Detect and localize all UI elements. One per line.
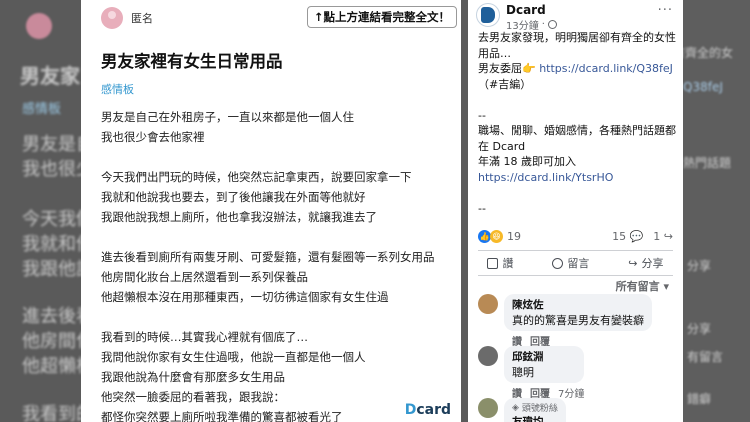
reaction-summary[interactable]: 👍 😆 19 (478, 230, 521, 243)
dcard-logo-rest: card (416, 402, 451, 418)
share-count: 1 (653, 230, 661, 243)
anonymous-avatar-icon (101, 7, 123, 29)
commenter-avatar[interactable] (478, 294, 498, 314)
post-text-line: -- (478, 201, 486, 215)
like-label: 讚 (502, 257, 514, 270)
background-blur-right: 有齊全的女 Q38feJ 熱門話題 分享 分享 有留言 錯癖 (683, 0, 750, 422)
article-line (101, 147, 446, 167)
comment-item: 邱鉉淵 聰明 讚回覆 7分鐘 (478, 346, 585, 400)
comment-icon: 💬 (629, 230, 644, 243)
background-text: 男友家 (20, 64, 80, 88)
top-fan-badge: ◈ 頭號粉絲 (512, 401, 558, 415)
comment-button[interactable]: 留言 (552, 255, 589, 271)
article-line (101, 307, 446, 327)
comment-label: 留言 (567, 257, 590, 270)
comment-sort-dropdown[interactable]: 所有留言 ▾ (616, 278, 669, 294)
like-button[interactable]: 讚 (487, 255, 513, 271)
facebook-post: Dcard 13分鐘 · ··· 去男友家發現，明明獨居卻有齊全的女性用品… 男友… (468, 0, 683, 422)
post-header: Dcard 13分鐘 · (468, 0, 683, 32)
article-line: 今天我們出門玩的時候，他突然忘記拿東西，說要回家拿一下 (101, 170, 412, 184)
share-button[interactable]: ↪ 分享 (628, 255, 663, 271)
post-link[interactable]: https://dcard.link/Q38feJ (539, 62, 673, 75)
forum-tag[interactable]: 感情板 (101, 81, 134, 97)
article-card: 匿名 ↑點上方連結看完整全文！ 男友家裡有女生日常用品 感情板 男友是自己在外租… (81, 0, 461, 422)
share-arrow-icon: ↪ (628, 256, 638, 270)
comment-text: 真的的驚喜是男友有變裝癖 (512, 314, 644, 327)
comment-count: 15 (612, 230, 627, 243)
background-text: 感情板 (22, 102, 62, 117)
commenter-avatar[interactable] (478, 346, 498, 366)
background-text: 有留言 (687, 350, 724, 364)
background-text: Q38feJ (683, 80, 723, 94)
article-line: 他房間化妝台上居然還看到一系列保養品 (101, 270, 308, 284)
post-link[interactable]: https://dcard.link/YtsrHO (478, 170, 677, 186)
dcard-logo-d: D (404, 402, 417, 418)
chevron-down-icon: ▾ (663, 280, 669, 293)
background-text: 分享 (687, 259, 712, 273)
dcard-logo: Dcard (405, 402, 451, 418)
dcard-page-avatar-icon[interactable] (476, 3, 500, 27)
speech-bubble-icon (552, 257, 564, 269)
reaction-count: 19 (507, 230, 521, 243)
page-name[interactable]: Dcard (506, 3, 557, 17)
comment-bubble: 陳炫佐 真的的驚喜是男友有變裝癖 (504, 294, 652, 331)
engagement-counts: 15 💬 1 ↪ (612, 230, 673, 243)
article-line: 男友是自己在外租房子，一直以來都是他一個人住 (101, 110, 354, 124)
comment-item: ◈ 頭號粉絲 友瑋均 (478, 398, 566, 422)
comment-bubble: 邱鉉淵 聰明 (504, 346, 585, 383)
sort-label: 所有留言 (615, 280, 660, 293)
background-avatar (26, 13, 52, 39)
background-text: 分享 (687, 322, 712, 336)
top-fan-label: 頭號粉絲 (521, 404, 558, 414)
article-line: 我就和他說我也要去，到了後他讓我在外面等他就好 (101, 190, 366, 204)
globe-icon (547, 20, 557, 29)
article-line: 他超懶根本沒在用那種東西，一切彷彿這個家有女生住過 (101, 290, 389, 304)
post-text-line: -- (478, 108, 486, 122)
post-actions: 讚 留言 ↪ 分享 (468, 252, 683, 274)
commenter-avatar[interactable] (478, 398, 498, 418)
commenter-name[interactable]: 陳炫佐 (512, 297, 644, 312)
haha-reaction-icon: 😆 (490, 230, 503, 243)
article-line: 我跟他說我想上廁所，他也拿我沒辦法，就讓我進去了 (101, 210, 377, 224)
badge-icon: ◈ (512, 402, 519, 413)
post-text-line (478, 185, 677, 201)
comment-item: 陳炫佐 真的的驚喜是男友有變裝癖 讚回覆 (478, 294, 652, 348)
article-title: 男友家裡有女生日常用品 (101, 52, 283, 71)
comment-bubble: ◈ 頭號粉絲 友瑋均 (504, 398, 566, 422)
comment-count-group[interactable]: 15 💬 (612, 230, 643, 243)
article-line: 我跟他說為什麼會有那麼多女生用品 (101, 370, 285, 384)
article-line: 都怪你突然要上廁所啦我準備的驚喜都被看光了 (101, 410, 343, 422)
article-line: 我問他說你家有女生住過哦，他說一直都是他一個人 (101, 350, 366, 364)
commenter-name[interactable]: 邱鉉淵 (512, 349, 576, 364)
article-line: 進去後看到廁所有兩隻牙刷、可愛髮箍，還有髮圈等一系列女用品 (101, 250, 435, 264)
article-line: 我看到的時候…其實我心裡就有個底了… (101, 330, 308, 344)
divider (478, 250, 673, 251)
article-line: 他突然一臉委屈的看著我，跟我說： (101, 390, 285, 404)
article-line (101, 227, 446, 247)
post-text-line: 去男友家發現，明明獨居卻有齊全的女性用品… (478, 31, 676, 60)
comment-text: 聰明 (512, 366, 534, 379)
commenter-name[interactable]: 友瑋均 (512, 414, 558, 422)
article-line: 我也很少會去他家裡 (101, 130, 205, 144)
share-icon: ↪ (663, 230, 673, 243)
share-label: 分享 (641, 257, 664, 270)
divider (478, 275, 673, 276)
post-text: 去男友家發現，明明獨居卻有齊全的女性用品… 男友委屈👉 https://dcar… (468, 30, 683, 216)
article-body: 男友是自己在外租房子，一直以來都是他一個人住 我也很少會去他家裡 今天我們出門玩… (101, 107, 446, 422)
background-text: 錯癖 (687, 392, 712, 406)
read-full-notice: ↑點上方連結看完整全文！ (306, 6, 457, 28)
post-text-line: 職場、閒聊、婚姻感情，各種熱門話題都在 Dcard (478, 124, 676, 153)
more-options-icon[interactable]: ··· (658, 3, 673, 18)
background-text: 熱門話題 (683, 156, 732, 170)
background-text: 有齊全的女 (683, 46, 734, 60)
post-text-line: （#吉編） (478, 77, 532, 91)
share-count-group[interactable]: 1 ↪ (653, 230, 673, 243)
thumbs-up-icon (487, 257, 499, 269)
article-author: 匿名 (131, 12, 153, 25)
post-text-line: 年滿 18 歲即可加入 (478, 155, 576, 168)
post-text-line (478, 92, 677, 108)
post-text-line[interactable]: 男友委屈👉 https://dcard.link/Q38feJ (478, 61, 677, 77)
